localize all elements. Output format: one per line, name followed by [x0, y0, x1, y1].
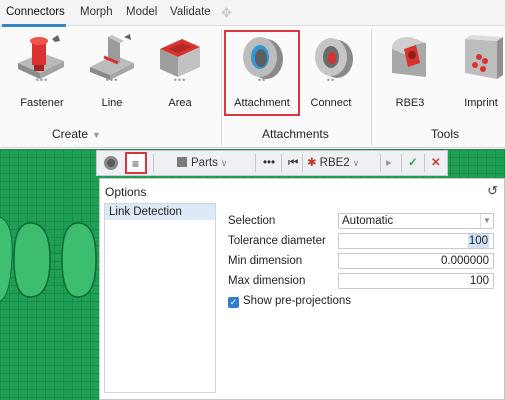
- min-dimension-label: Min dimension: [228, 255, 303, 267]
- attachments-group-label: Attachments: [262, 127, 329, 141]
- rbe-icon: ✱: [307, 157, 317, 169]
- cancel-close-icon[interactable]: ✕: [431, 151, 441, 175]
- imprint-icon: [465, 35, 503, 79]
- toolbar-separator: [153, 154, 154, 172]
- watermark: Altair: [378, 378, 410, 392]
- hamburger-icon: ≡: [132, 157, 140, 171]
- connect-tool[interactable]: •• Connect: [298, 27, 364, 123]
- toolbar-separator: [424, 154, 425, 172]
- tolerance-diameter-field[interactable]: 100: [338, 233, 494, 249]
- area-tool[interactable]: ••• Area: [147, 27, 213, 123]
- chevron-down-icon: ∨: [352, 158, 360, 168]
- options-menu-button[interactable]: ≡: [125, 152, 147, 174]
- tools-group-label: Tools: [431, 127, 460, 141]
- ribbon-separator: [371, 29, 372, 145]
- area-label: Area: [168, 97, 192, 109]
- parts-selector[interactable]: Parts ∨: [177, 151, 227, 175]
- skip-back-icon[interactable]: ⏮: [288, 151, 298, 175]
- options-panel: Options ↺ Link Detection Selection Autom…: [99, 178, 505, 400]
- tab-morph[interactable]: Morph: [80, 6, 113, 18]
- list-item-link-detection[interactable]: Link Detection: [105, 204, 215, 220]
- tab-connectors[interactable]: Connectors: [6, 6, 65, 18]
- min-dimension-field[interactable]: 0.000000: [338, 253, 494, 269]
- add-tab-icon[interactable]: ✥: [221, 5, 232, 21]
- show-pre-projections-checkbox[interactable]: ✓: [228, 297, 239, 308]
- selection-value: Automatic: [342, 215, 394, 227]
- chevron-down-icon: ▼: [92, 130, 101, 140]
- fastener-more-indicator: •••: [35, 75, 49, 85]
- more-options-button[interactable]: •••: [263, 151, 275, 175]
- create-group-label[interactable]: Create ▼: [52, 127, 101, 141]
- fastener-icon: [18, 35, 64, 79]
- selection-label: Selection: [228, 215, 276, 227]
- tolerance-diameter-label: Tolerance diameter: [228, 235, 326, 247]
- apply-check-icon[interactable]: ✓: [408, 151, 418, 175]
- chevron-down-icon: ▼: [480, 214, 493, 228]
- rbe3-tool[interactable]: RBE3: [377, 27, 443, 123]
- rbe3-icon: [392, 37, 426, 77]
- area-more-indicator: •••: [173, 75, 187, 85]
- selection-dropdown[interactable]: Automatic ▼: [338, 213, 494, 229]
- cube-icon: [177, 157, 187, 167]
- options-title: Options: [105, 185, 147, 199]
- tab-model[interactable]: Model: [126, 6, 157, 18]
- show-pre-projections-label: Show pre-projections: [243, 295, 352, 307]
- max-dimension-field[interactable]: 100: [338, 273, 494, 289]
- ribbon-separator: [221, 29, 222, 145]
- element-type-label: RBE2: [319, 157, 350, 169]
- rbe3-label: RBE3: [395, 97, 425, 109]
- ribbon-tab-bar: Connectors Morph Model Validate ✥: [0, 0, 505, 27]
- guide-bar: ≡ Parts ∨ ••• ⏮ ✱ RBE2 ∨ ▸ ✓ ✕: [96, 150, 448, 176]
- tab-validate[interactable]: Validate: [170, 6, 211, 18]
- element-type-selector[interactable]: ✱ RBE2 ∨: [307, 151, 359, 175]
- attachment-highlight: [224, 30, 300, 116]
- toolbar-separator: [255, 154, 256, 172]
- max-dimension-label: Max dimension: [228, 275, 306, 287]
- line-label: Line: [101, 97, 123, 109]
- area-connector-icon: [160, 39, 200, 77]
- line-connector-icon: [90, 34, 134, 80]
- options-category-list: Link Detection: [104, 203, 216, 393]
- view-icon[interactable]: [102, 154, 120, 172]
- reset-icon[interactable]: ↺: [487, 183, 498, 199]
- line-tool[interactable]: ••• Line: [79, 27, 145, 123]
- line-more-indicator: •••: [105, 75, 119, 85]
- toolbar-separator: [281, 154, 282, 172]
- ribbon: ••• Fastener ••• Line ••• Area •• Attach…: [0, 27, 505, 148]
- imprint-tool[interactable]: Imprint: [448, 27, 505, 123]
- toolbar-separator: [401, 154, 402, 172]
- connect-icon: [315, 38, 353, 78]
- chevron-down-icon: ∨: [220, 158, 228, 168]
- connect-label: Connect: [310, 97, 352, 109]
- connect-more-indicator: ••: [326, 75, 336, 85]
- toolbar-separator: [302, 154, 303, 172]
- parts-label: Parts: [191, 157, 218, 169]
- fastener-label: Fastener: [20, 97, 64, 109]
- imprint-label: Imprint: [464, 97, 498, 109]
- fastener-tool[interactable]: ••• Fastener: [9, 27, 75, 123]
- toolbar-separator: [380, 154, 381, 172]
- play-icon[interactable]: ▸: [386, 151, 392, 175]
- tolerance-diameter-value: 100: [467, 234, 489, 248]
